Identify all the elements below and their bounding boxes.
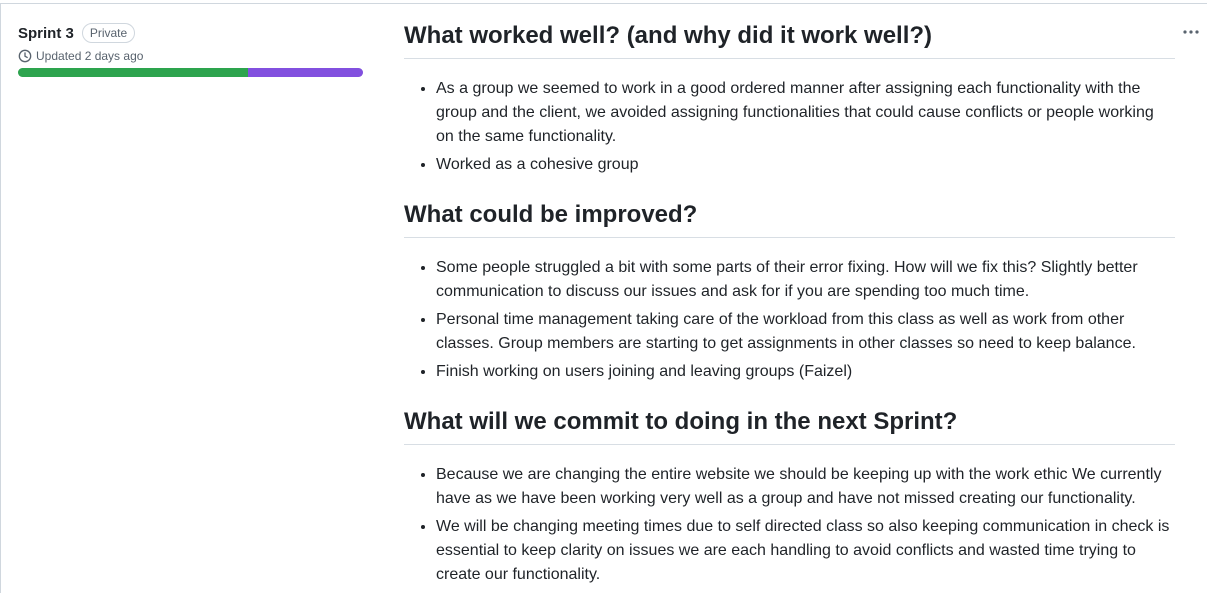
section-heading: What will we commit to doing in the next… [404,406,1175,445]
kebab-horizontal-icon[interactable] [1180,22,1202,42]
visibility-badge: Private [81,23,136,43]
left-divider [0,3,1,593]
list-item: Some people struggled a bit with some pa… [436,256,1175,304]
updated-text: Updated 2 days ago [36,49,144,63]
updated-info: Updated 2 days ago [18,49,364,63]
milestone-header: Sprint 3 Private [18,22,364,44]
progress-completed-segment [18,68,249,77]
section-worked-well: What worked well? (and why did it work w… [404,20,1175,177]
section-next-sprint: What will we commit to doing in the next… [404,406,1175,587]
section-heading: What worked well? (and why did it work w… [404,20,1175,59]
list-item: We will be changing meeting times due to… [436,515,1175,587]
milestone-description: What worked well? (and why did it work w… [404,20,1175,591]
section-heading: What could be improved? [404,199,1175,238]
progress-in-progress-segment [248,68,363,77]
list-item: As a group we seemed to work in a good o… [436,77,1175,149]
list-item: Worked as a cohesive group [436,153,1175,177]
milestone-summary: Sprint 3 Private Updated 2 days ago [18,22,364,77]
clock-icon [18,49,32,63]
milestone-progress-bar [18,68,363,77]
list-item: Personal time management taking care of … [436,308,1175,356]
section-could-improve: What could be improved? Some people stru… [404,199,1175,384]
milestone-title[interactable]: Sprint 3 [18,25,74,42]
bullet-list: Because we are changing the entire websi… [404,463,1175,587]
list-item: Because we are changing the entire websi… [436,463,1175,511]
top-divider [0,3,1207,4]
list-item: Finish working on users joining and leav… [436,360,1175,384]
bullet-list: Some people struggled a bit with some pa… [404,256,1175,384]
bullet-list: As a group we seemed to work in a good o… [404,77,1175,177]
